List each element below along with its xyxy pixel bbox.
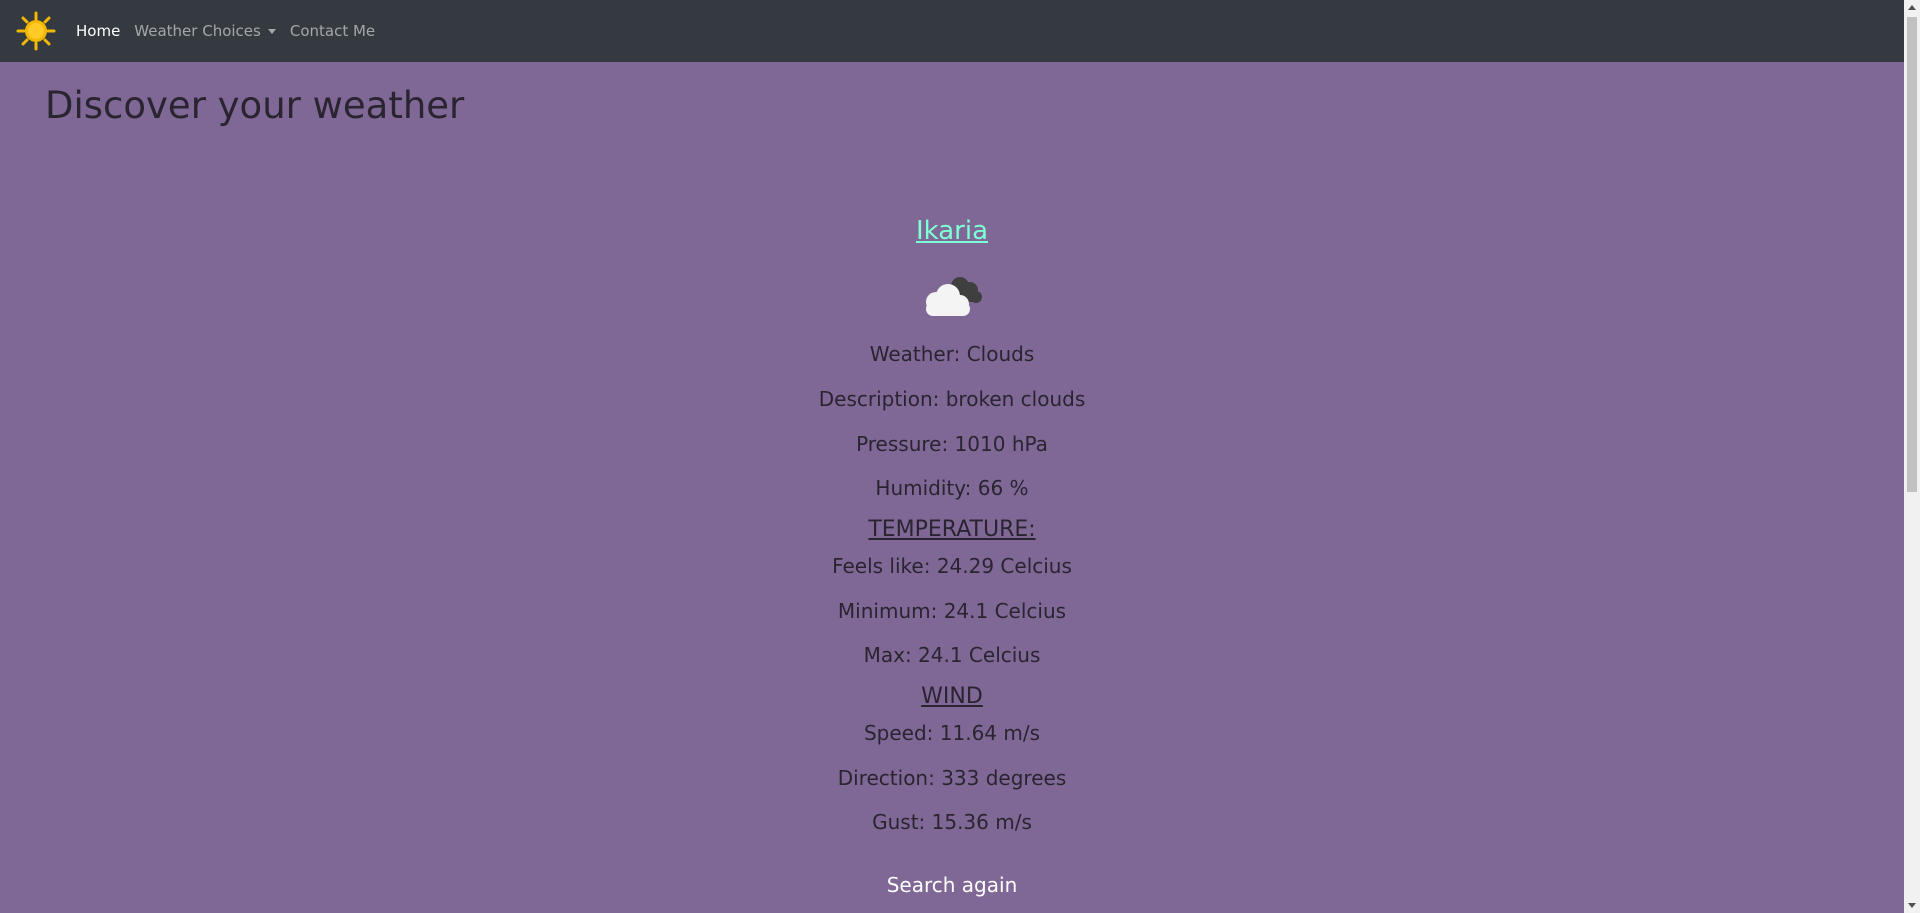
wind-speed: Speed: 11.64 m/s: [863, 721, 1041, 745]
temperature-heading: TEMPERATURE:: [868, 517, 1036, 542]
scroll-up-icon[interactable]: [1908, 5, 1916, 10]
weather-main: Weather: Clouds: [869, 342, 1035, 366]
wind-heading: WIND: [921, 684, 983, 709]
search-again-button[interactable]: Search again: [0, 873, 1904, 897]
wind-direction: Direction: 333 degrees: [837, 766, 1067, 790]
temperature-max: Max: 24.1 Celcius: [863, 643, 1041, 667]
page-title: Discover your weather: [45, 84, 465, 127]
nav-weather-choices-dropdown[interactable]: Weather Choices: [134, 22, 276, 40]
sun-icon[interactable]: [16, 11, 56, 51]
broken-clouds-icon: [918, 270, 986, 318]
weather-pressure: Pressure: 1010 hPa: [856, 432, 1048, 456]
weather-humidity: Humidity: 66 %: [875, 476, 1029, 500]
city-link[interactable]: Ikaria: [0, 216, 1904, 246]
temperature-feels-like: Feels like: 24.29 Celcius: [832, 554, 1072, 578]
vertical-scrollbar[interactable]: [1904, 0, 1920, 913]
temperature-minimum: Minimum: 24.1 Celcius: [837, 599, 1067, 623]
nav-weather-choices-label: Weather Choices: [134, 22, 261, 40]
weather-description: Description: broken clouds: [818, 387, 1086, 411]
scrollbar-thumb[interactable]: [1907, 17, 1917, 492]
scroll-down-icon[interactable]: [1908, 903, 1916, 908]
nav-contact-link[interactable]: Contact Me: [290, 22, 375, 40]
nav-home-link[interactable]: Home: [76, 22, 120, 40]
wind-gust: Gust: 15.36 m/s: [872, 810, 1032, 834]
caret-down-icon: [267, 28, 276, 34]
navbar: Home Weather Choices Contact Me: [0, 0, 1904, 62]
